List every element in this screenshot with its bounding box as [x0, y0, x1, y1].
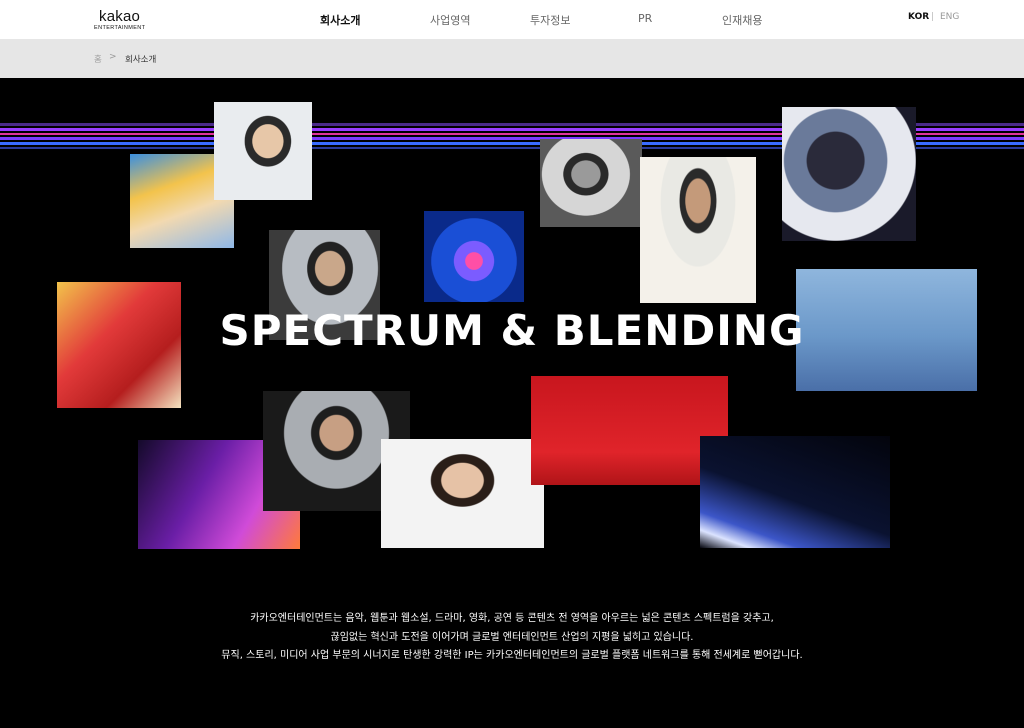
hero-description-line: 카카오엔터테인먼트는 음악, 웹툰과 웹소설, 드라마, 영화, 공연 등 콘텐…: [250, 613, 774, 624]
breadcrumb: 홈 > 회사소개: [0, 39, 1024, 78]
logo-wordmark: kakao: [99, 8, 141, 25]
logo-subtitle: ENTERTAINMENT: [94, 25, 146, 31]
hero-headline: SPECTRUM & BLENDING: [219, 306, 805, 355]
hero-description-line: 뮤직, 스토리, 미디어 사업 부문의 시너지로 탄생한 강력한 IP는 카카오…: [221, 650, 803, 661]
dance-performance-red-image: [531, 376, 728, 485]
site-header: kakao ENTERTAINMENT 회사소개 사업영역 투자정보 PR 인재…: [0, 0, 1024, 39]
actor-portrait-image: [214, 102, 312, 200]
breadcrumb-chevron-icon: >: [109, 52, 117, 62]
lang-separator: |: [931, 12, 935, 22]
nav-item-investor[interactable]: 투자정보: [530, 12, 570, 28]
hero-description-line: 끊임없는 혁신과 도전을 이어가며 글로벌 엔터테인먼트 산업의 지평을 넓히고…: [330, 632, 694, 643]
lang-eng-link[interactable]: ENG: [940, 12, 959, 22]
actor-portrait-image: [540, 139, 642, 227]
lang-kor-link[interactable]: KOR: [908, 12, 929, 22]
spotlight-beam-image: [700, 436, 890, 548]
hero-section: SPECTRUM & BLENDING 카카오엔터테인먼트는 음악, 웹툰과 웹…: [0, 78, 1024, 728]
nav-item-business[interactable]: 사업영역: [430, 12, 470, 28]
webtoon-dark-hero-image: [782, 107, 916, 241]
kakao-entertainment-logo[interactable]: kakao ENTERTAINMENT: [94, 8, 154, 34]
nav-item-careers[interactable]: 인재채용: [722, 12, 762, 28]
crystal-prism-image: [424, 211, 524, 302]
nav-item-pr[interactable]: PR: [638, 12, 652, 25]
breadcrumb-home[interactable]: 홈: [94, 53, 102, 65]
breadcrumb-current: 회사소개: [125, 55, 157, 65]
nav-item-company[interactable]: 회사소개: [320, 12, 360, 28]
actor-portrait-image: [640, 157, 756, 303]
actress-portrait-image: [381, 439, 544, 548]
